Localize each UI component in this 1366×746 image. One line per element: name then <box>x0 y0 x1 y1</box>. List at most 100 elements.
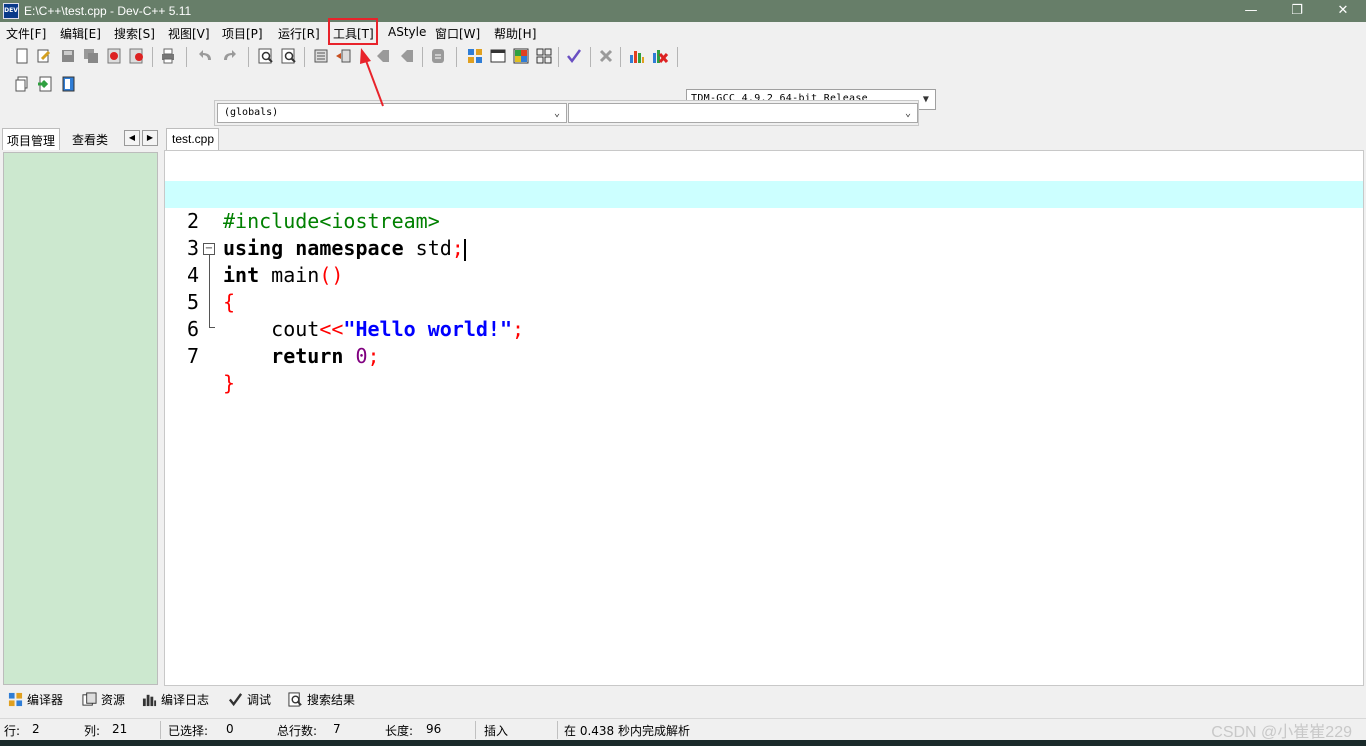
menu-view[interactable]: 视图[V] <box>168 25 210 42</box>
compiler-grid-icon <box>8 692 23 707</box>
left-panel-tabs: 项目管理 查看类 ◀ ▶ <box>0 128 162 150</box>
tab-compile-log-label: 编译日志 <box>161 693 210 707</box>
fold-guide-end <box>209 327 215 328</box>
stop-execution-icon[interactable] <box>597 47 615 65</box>
menu-run[interactable]: 运行[R] <box>278 25 320 42</box>
tools-menu-highlight-box <box>328 18 378 45</box>
menu-search[interactable]: 搜索[S] <box>114 25 155 42</box>
tab-compiler[interactable]: 编译器 <box>4 689 67 710</box>
menu-file[interactable]: 文件[F] <box>6 25 46 42</box>
code-line[interactable]: 5 cout<<"Hello world!"; <box>165 262 1363 341</box>
fold-guide <box>209 255 210 328</box>
close-icon[interactable]: ✕ <box>1320 0 1366 22</box>
compile-icon[interactable] <box>466 47 484 65</box>
menu-help[interactable]: 帮助[H] <box>494 25 536 42</box>
code-text: } <box>223 371 236 395</box>
open-file-icon[interactable] <box>35 47 53 65</box>
status-length-label: 长度: <box>385 724 414 738</box>
member-select[interactable]: ⌄ <box>568 103 918 123</box>
tab-scroll-right-icon[interactable]: ▶ <box>142 130 158 146</box>
search-results-icon <box>288 692 302 707</box>
restore-icon[interactable]: ❐ <box>1274 0 1320 22</box>
menu-astyle[interactable]: AStyle <box>388 25 426 39</box>
project-toolbar <box>0 71 90 97</box>
chevron-down-icon: ▼ <box>922 94 930 105</box>
status-total-value: 7 <box>333 722 341 736</box>
fold-collapse-icon[interactable]: − <box>203 243 215 255</box>
redo-icon[interactable] <box>220 47 238 65</box>
chevron-down-icon: ⌄ <box>553 108 561 119</box>
code-line[interactable]: 1 #include<iostream> <box>165 154 1363 233</box>
debug-check-icon <box>228 693 243 707</box>
code-line[interactable]: 3 int main() <box>165 208 1363 287</box>
tab-resources[interactable]: 资源 <box>78 689 129 710</box>
comment-icon[interactable] <box>429 47 447 65</box>
status-col-value: 21 <box>112 722 128 736</box>
rebuild-all-icon[interactable] <box>535 47 553 65</box>
status-selected-label: 已选择: <box>168 724 209 738</box>
csdn-watermark: CSDN @小崔崔229 <box>1211 724 1352 741</box>
tab-debug[interactable]: 调试 <box>224 689 275 710</box>
bottom-panel-tabs: 编译器 资源 编译日志 调试 搜索结果 <box>0 688 1366 711</box>
add-to-project-icon[interactable] <box>36 75 54 93</box>
project-tree-panel[interactable] <box>3 152 158 685</box>
goto-bookmark-icon[interactable] <box>398 47 416 65</box>
syntax-check-icon[interactable] <box>565 47 583 65</box>
close-file-icon[interactable] <box>105 47 123 65</box>
code-editor[interactable]: 1 #include<iostream> 2 using namespace s… <box>164 150 1364 686</box>
delete-profile-icon[interactable] <box>651 47 669 65</box>
code-line[interactable]: 7 } <box>165 316 1363 395</box>
status-length-value: 96 <box>426 722 442 736</box>
annotation-arrow-icon <box>360 48 384 107</box>
status-total-label: 总行数: <box>277 724 318 738</box>
close-all-icon[interactable] <box>128 47 146 65</box>
tab-class-view[interactable]: 查看类 <box>68 128 112 150</box>
code-line[interactable]: 4 { <box>165 235 1363 314</box>
tab-project-manager[interactable]: 项目管理 <box>2 128 61 150</box>
indent-icon[interactable] <box>312 47 330 65</box>
new-project-icon[interactable] <box>13 75 31 93</box>
compile-run-icon[interactable] <box>512 47 530 65</box>
menu-window[interactable]: 窗口[W] <box>435 25 480 42</box>
run-icon[interactable] <box>489 47 507 65</box>
tab-resources-label: 资源 <box>101 693 126 707</box>
menu-edit[interactable]: 编辑[E] <box>60 25 101 42</box>
status-row-value: 2 <box>32 722 40 736</box>
chevron-down-icon: ⌄ <box>904 108 912 119</box>
tab-scroll-left-icon[interactable]: ◀ <box>124 130 140 146</box>
editor-tab-test-cpp[interactable]: test.cpp <box>166 128 219 150</box>
status-bar: 行: 2 列: 21 已选择: 0 总行数: 7 长度: 96 插入 在 0.4… <box>0 718 1366 740</box>
profile-chart-icon[interactable] <box>628 47 646 65</box>
find-icon[interactable] <box>257 47 275 65</box>
save-all-icon[interactable] <box>82 47 100 65</box>
project-options-icon[interactable] <box>59 75 77 93</box>
replace-icon[interactable] <box>280 47 298 65</box>
unindent-icon[interactable] <box>334 47 352 65</box>
status-insert-mode: 插入 <box>484 724 509 738</box>
status-parse-message: 在 0.438 秒内完成解析 <box>564 724 690 738</box>
window-title: E:\C++\test.cpp - Dev-C++ 5.11 <box>24 4 192 18</box>
tab-compile-log[interactable]: 编译日志 <box>138 689 213 710</box>
code-text: return 0; <box>271 344 380 368</box>
line-number: 7 <box>186 344 199 368</box>
code-line[interactable]: 6 return 0; <box>165 289 1363 368</box>
tab-search-results-label: 搜索结果 <box>307 693 356 707</box>
save-icon[interactable] <box>59 47 77 65</box>
status-selected-value: 0 <box>226 722 234 736</box>
print-icon[interactable] <box>159 47 177 65</box>
tab-compiler-label: 编译器 <box>27 693 64 707</box>
menu-bar: 文件[F] 编辑[E] 搜索[S] 视图[V] 项目[P] 运行[R] 工具[T… <box>0 22 1366 43</box>
status-row-label: 行: <box>4 724 21 738</box>
new-file-icon[interactable] <box>13 47 31 65</box>
status-col-label: 列: <box>84 724 101 738</box>
menu-project[interactable]: 项目[P] <box>222 25 263 42</box>
tab-search-results[interactable]: 搜索结果 <box>284 689 359 710</box>
code-line-current[interactable]: 2 using namespace std; <box>165 181 1363 261</box>
undo-icon[interactable] <box>197 47 215 65</box>
compile-log-chart-icon <box>142 694 157 707</box>
minimize-icon[interactable]: — <box>1228 0 1274 22</box>
devcpp-app-icon[interactable]: DEV <box>3 3 19 19</box>
title-bar: DEV E:\C++\test.cpp - Dev-C++ 5.11 — ❐ ✕ <box>0 0 1366 22</box>
main-toolbar: TDM-GCC 4.9.2 64-bit Release ▼ <box>0 43 1366 110</box>
class-browser-bar: (globals) ⌄ ⌄ <box>214 100 919 126</box>
